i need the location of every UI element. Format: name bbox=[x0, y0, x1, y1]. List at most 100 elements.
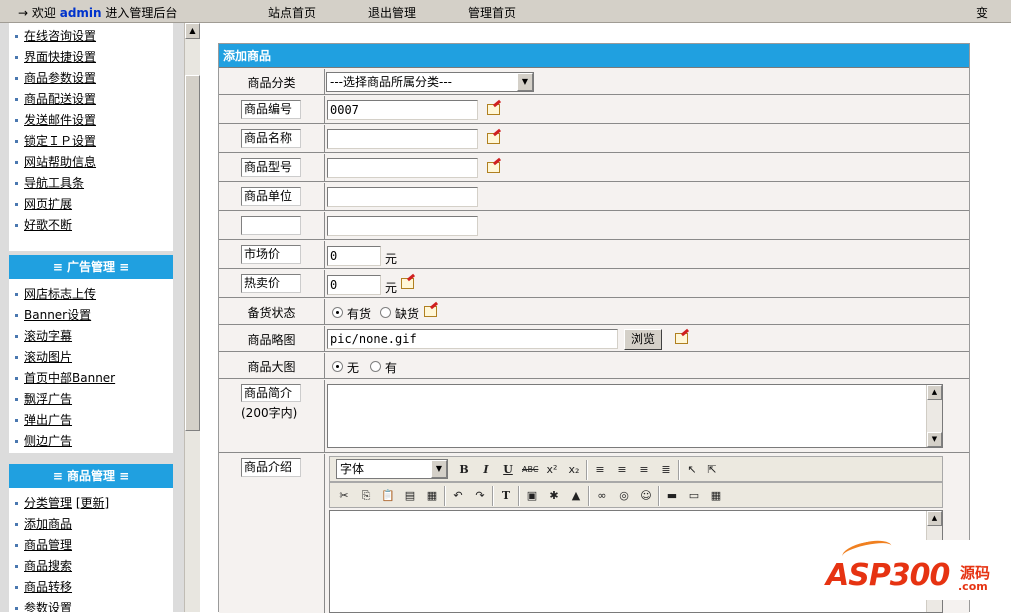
sidebar-item-delivery[interactable]: 商品配送设置 bbox=[9, 89, 173, 110]
subscript-icon[interactable]: x₂ bbox=[566, 462, 582, 478]
scroll-up-icon[interactable]: ▲ bbox=[185, 23, 200, 39]
sidebar-item-float-ad[interactable]: 飘浮广告 bbox=[9, 389, 173, 410]
edit-icon[interactable] bbox=[487, 128, 502, 145]
edit-icon[interactable] bbox=[675, 328, 690, 345]
align-left-icon[interactable]: ≡ bbox=[592, 462, 608, 478]
unit-input[interactable] bbox=[327, 187, 478, 207]
brief-scrollbar[interactable]: ▲ ▼ bbox=[926, 385, 942, 447]
row-large-image: 商品大图 无 有 bbox=[219, 353, 969, 379]
scroll-up-icon[interactable]: ▲ bbox=[927, 385, 942, 400]
sidebar-item-product-manage[interactable]: 商品管理 bbox=[9, 535, 173, 556]
sidebar-item-songs[interactable]: 好歌不断 bbox=[9, 215, 173, 236]
strikethrough-icon[interactable]: ABC bbox=[522, 462, 538, 478]
custom-input[interactable] bbox=[327, 216, 478, 236]
emoticon-icon[interactable]: ☺ bbox=[638, 488, 654, 504]
sidebar-item-category[interactable]: 分类管理 [更新] bbox=[9, 493, 173, 514]
cursor-icon[interactable]: ↖ bbox=[684, 462, 700, 478]
sidebar-item-lock-ip[interactable]: 锁定ＩＰ设置 bbox=[9, 131, 173, 152]
sidebar-header-ads[interactable]: ≡ 广告管理 ≡ bbox=[9, 255, 173, 279]
sidebar-scrollbar[interactable]: ▲ bbox=[184, 23, 200, 612]
sidebar-item-banner[interactable]: Banner设置 bbox=[9, 305, 173, 326]
hot-price-input[interactable]: 0 bbox=[327, 275, 381, 295]
cut-icon[interactable]: ✂ bbox=[336, 488, 352, 504]
logout-link[interactable]: 退出管理 bbox=[368, 4, 416, 21]
paste-word-icon[interactable]: ▦ bbox=[424, 488, 440, 504]
scroll-up-icon[interactable]: ▲ bbox=[927, 511, 942, 526]
sidebar-item-side-ad[interactable]: 侧边广告 bbox=[9, 431, 173, 452]
code-input[interactable]: 0007 bbox=[327, 100, 478, 120]
cursor-select-icon[interactable]: ⇱ bbox=[704, 462, 720, 478]
sidebar-item-scroll-img[interactable]: 滚动图片 bbox=[9, 347, 173, 368]
radio-has-large[interactable] bbox=[370, 361, 381, 372]
image-icon[interactable]: ▣ bbox=[524, 488, 540, 504]
model-label: 商品型号 bbox=[241, 158, 301, 177]
update-link[interactable]: [更新] bbox=[76, 496, 109, 510]
sidebar-header-products[interactable]: ≡ 商品管理 ≡ bbox=[9, 464, 173, 488]
market-price-input[interactable]: 0 bbox=[327, 246, 381, 266]
edit-icon[interactable] bbox=[424, 301, 439, 318]
category-select[interactable]: ---选择商品所属分类--- ▼ bbox=[326, 72, 534, 92]
paste-text-icon[interactable]: ▤ bbox=[402, 488, 418, 504]
redo-icon[interactable]: ↷ bbox=[472, 488, 488, 504]
bold-icon[interactable]: B bbox=[456, 462, 472, 478]
bullet-icon bbox=[15, 544, 18, 547]
sidebar-item-online-consult[interactable]: 在线咨询设置 bbox=[9, 26, 173, 47]
name-input[interactable] bbox=[327, 129, 478, 149]
superscript-icon[interactable]: x² bbox=[544, 462, 560, 478]
sidebar-item-popup-ad[interactable]: 弹出广告 bbox=[9, 410, 173, 431]
anchor-icon[interactable]: ◎ bbox=[616, 488, 632, 504]
copy-icon[interactable]: ⎘ bbox=[358, 488, 374, 504]
sidebar-item-product-search[interactable]: 商品搜索 bbox=[9, 556, 173, 577]
font-select[interactable]: 字体 ▼ bbox=[336, 459, 448, 479]
top-right-text: 变 bbox=[976, 6, 989, 20]
textbox-icon[interactable]: ▭ bbox=[686, 488, 702, 504]
sidebar-group-settings: 在线咨询设置 界面快捷设置 商品参数设置 商品配送设置 发送邮件设置 锁定ＩＰ设… bbox=[9, 23, 173, 251]
italic-icon[interactable]: I bbox=[478, 462, 494, 478]
edit-icon[interactable] bbox=[487, 99, 502, 116]
sidebar-item-ui-shortcut[interactable]: 界面快捷设置 bbox=[9, 47, 173, 68]
sidebar-item-marquee[interactable]: 滚动字幕 bbox=[9, 326, 173, 347]
flash-icon[interactable]: ✱ bbox=[546, 488, 562, 504]
sidebar-item-product-params[interactable]: 商品参数设置 bbox=[9, 68, 173, 89]
custom-label-input[interactable] bbox=[241, 216, 301, 235]
underline-icon[interactable]: U bbox=[500, 462, 516, 478]
sidebar-item-param-settings[interactable]: 参数设置 bbox=[9, 598, 173, 612]
admin-home-link[interactable]: 管理首页 bbox=[468, 4, 516, 21]
brief-textarea[interactable]: ▲ ▼ bbox=[327, 384, 943, 448]
site-home-link[interactable]: 站点首页 bbox=[268, 4, 316, 21]
browse-button[interactable]: 浏览 bbox=[624, 329, 662, 350]
align-justify-icon[interactable]: ≣ bbox=[658, 462, 674, 478]
thumb-input[interactable]: pic/none.gif bbox=[327, 329, 618, 349]
link-icon[interactable]: ∞ bbox=[594, 488, 610, 504]
bullet-icon bbox=[15, 377, 18, 380]
radio-out-of-stock[interactable] bbox=[380, 307, 391, 318]
sidebar-item-mid-banner[interactable]: 首页中部Banner bbox=[9, 368, 173, 389]
radio-in-stock[interactable] bbox=[332, 307, 343, 318]
align-right-icon[interactable]: ≡ bbox=[636, 462, 652, 478]
market-price-label: 市场价 bbox=[241, 245, 301, 264]
paste-icon[interactable]: 📋 bbox=[380, 488, 396, 504]
scroll-thumb[interactable] bbox=[185, 75, 200, 431]
sidebar-item-help[interactable]: 网站帮助信息 bbox=[9, 152, 173, 173]
sidebar-item-page-ext[interactable]: 网页扩展 bbox=[9, 194, 173, 215]
media-icon[interactable]: ▲ bbox=[568, 488, 584, 504]
edit-icon[interactable] bbox=[487, 157, 502, 174]
bullet-icon bbox=[15, 419, 18, 422]
row-brief: 商品简介 (200字内) ▲ ▼ bbox=[219, 380, 969, 453]
scroll-down-icon[interactable]: ▼ bbox=[927, 432, 942, 447]
text-format-icon[interactable]: T bbox=[498, 488, 514, 504]
radio-no-large[interactable] bbox=[332, 361, 343, 372]
sidebar-item-email[interactable]: 发送邮件设置 bbox=[9, 110, 173, 131]
align-center-icon[interactable]: ≡ bbox=[614, 462, 630, 478]
row-market-price: 市场价 0 元 bbox=[219, 241, 969, 269]
sidebar-item-add-product[interactable]: 添加商品 bbox=[9, 514, 173, 535]
sidebar-item-logo-upload[interactable]: 网店标志上传 bbox=[9, 284, 173, 305]
table-icon[interactable]: ▦ bbox=[708, 488, 724, 504]
horizontal-rule-icon[interactable]: ▬ bbox=[664, 488, 680, 504]
undo-icon[interactable]: ↶ bbox=[450, 488, 466, 504]
sidebar-item-product-transfer[interactable]: 商品转移 bbox=[9, 577, 173, 598]
model-input[interactable] bbox=[327, 158, 478, 178]
category-label: 商品分类 bbox=[247, 76, 296, 90]
sidebar-item-navbar[interactable]: 导航工具条 bbox=[9, 173, 173, 194]
edit-icon[interactable] bbox=[401, 273, 416, 290]
